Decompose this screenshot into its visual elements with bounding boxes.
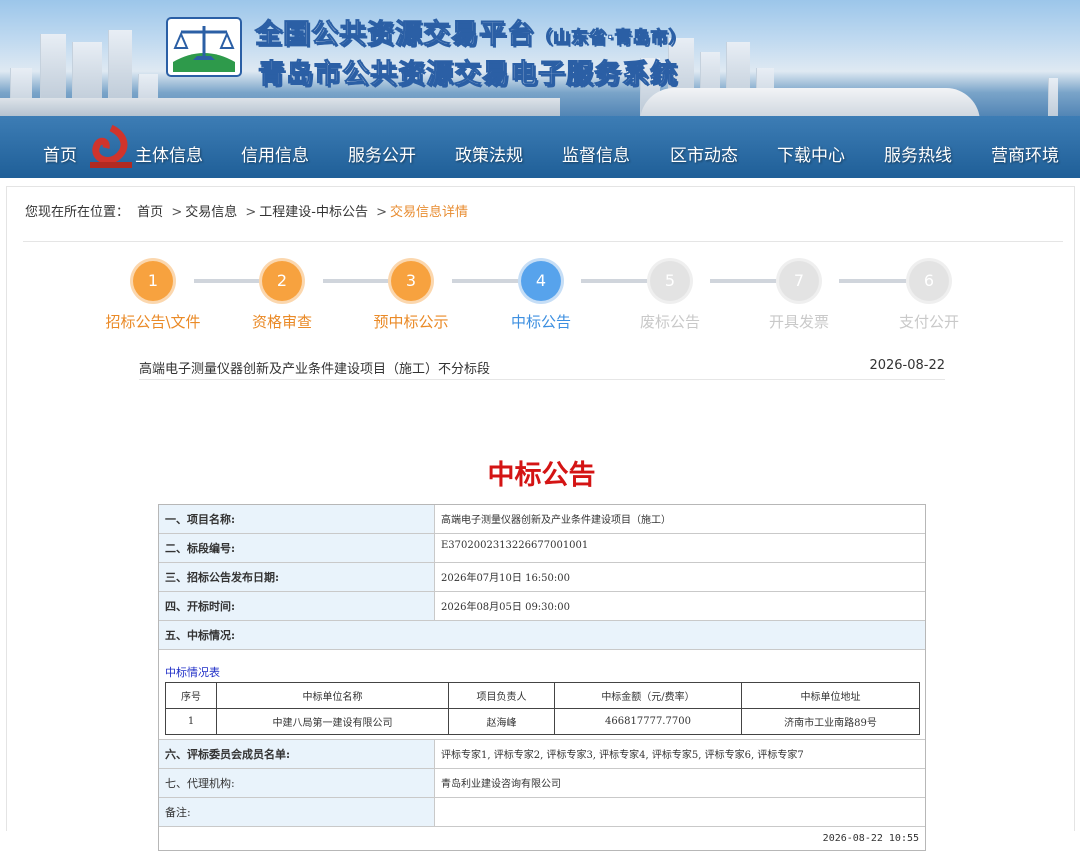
field-value: 高端电子测量仪器创新及产业条件建设项目（施工）: [441, 515, 671, 526]
table-cell: 中建八局第一建设有限公司: [216, 708, 449, 735]
column-header: 中标单位地址: [741, 682, 920, 709]
scales-of-justice-logo-icon: [166, 17, 242, 77]
breadcrumb-link-home[interactable]: 首页: [137, 205, 163, 220]
table-row: 三、招标公告发布日期: 2026年07月10日 16:50:00: [159, 563, 925, 592]
bid-result-table: 序号 中标单位名称 项目负责人 中标金额（元/费率） 中标单位地址 1 中建八局…: [165, 682, 920, 735]
project-header: 高端电子测量仪器创新及产业条件建设项目（施工）不分标段 2026-08-22: [139, 350, 945, 380]
nav-item-credit-info[interactable]: 信用信息: [241, 141, 309, 166]
table-cell: 1: [165, 708, 217, 735]
column-header: 项目负责人: [448, 682, 555, 709]
main-nav: 首页 主体信息 信用信息 服务公开 政策法规 监督信息 区市动态 下载中心 服务…: [0, 130, 1080, 176]
step-number: 2: [262, 261, 302, 301]
publish-timestamp: 2026-08-22 10:55: [822, 833, 919, 844]
table-header-row: 序号 中标单位名称 项目负责人 中标金额（元/费率） 中标单位地址: [165, 682, 920, 709]
bid-table-title: 中标情况表: [165, 666, 220, 679]
field-value: 青岛利业建设咨询有限公司: [441, 779, 561, 790]
page-title: 中标公告: [487, 460, 596, 491]
step-number: 7: [779, 261, 819, 301]
table-cell: 466817777.7700: [554, 708, 742, 735]
table-row: 七、代理机构: 青岛利业建设咨询有限公司: [159, 769, 925, 798]
nav-item-hotline[interactable]: 服务热线: [884, 141, 952, 166]
step-number: 4: [521, 261, 561, 301]
nav-item-entity-info[interactable]: 主体信息: [135, 141, 203, 166]
step-qualification[interactable]: 2 资格审查: [217, 261, 347, 332]
content-panel: 您现在所在位置： 首页 > 交易信息 > 工程建设-中标公告 > 交易信息详情 1 招…: [6, 186, 1075, 851]
field-value: 评标专家1, 评标专家2, 评标专家3, 评标专家4, 评标专家5, 评标专家6…: [441, 750, 804, 761]
table-row: 五、中标情况:: [159, 621, 925, 650]
step-label: 中标公告: [510, 313, 571, 331]
breadcrumb: 您现在所在位置： 首页 > 交易信息 > 工程建设-中标公告 > 交易信息详情: [25, 205, 469, 220]
table-cell: 济南市工业南路89号: [741, 708, 920, 735]
project-date: 2026-08-22: [869, 358, 945, 373]
nav-item-business-env[interactable]: 营商环境: [991, 141, 1059, 166]
header-banner: 全国公共资源交易平台（山东省·青岛市） 青岛市公共资源交易电子服务系统 首页 主…: [0, 0, 1080, 178]
breadcrumb-current: 交易信息详情: [390, 205, 469, 220]
step-bid-notice[interactable]: 1 招标公告\文件: [88, 261, 218, 332]
step-number: 3: [391, 261, 431, 301]
breadcrumb-link-trade-info[interactable]: 交易信息: [185, 205, 237, 220]
divider: [23, 241, 1063, 242]
nav-item-district-news[interactable]: 区市动态: [670, 141, 738, 166]
nav-item-supervision[interactable]: 监督信息: [562, 141, 630, 166]
step-label: 招标公告\文件: [105, 313, 201, 331]
step-label: 预中标公示: [373, 313, 449, 331]
column-header: 中标单位名称: [216, 682, 449, 709]
field-value: 2026年07月10日 16:50:00: [441, 573, 570, 584]
step-award-notice[interactable]: 4 中标公告: [476, 261, 606, 332]
step-label: 支付公开: [898, 313, 959, 331]
column-header: 中标金额（元/费率）: [554, 682, 742, 709]
step-label: 开具发票: [768, 313, 829, 331]
section-label: 五、中标情况:: [159, 621, 925, 649]
field-label: 四、开标时间:: [159, 592, 435, 620]
table-row: 1 中建八局第一建设有限公司 赵海峰 466817777.7700 济南市工业南…: [165, 708, 920, 735]
field-label: 二、标段编号:: [159, 534, 435, 562]
field-value: 2026年08月05日 09:30:00: [441, 602, 570, 613]
field-label: 六、评标委员会成员名单:: [159, 740, 435, 768]
table-row: 六、评标委员会成员名单: 评标专家1, 评标专家2, 评标专家3, 评标专家4,…: [159, 740, 925, 769]
award-info-table: 一、项目名称: 高端电子测量仪器创新及产业条件建设项目（施工） 二、标段编号: …: [158, 504, 926, 851]
platform-title: 全国公共资源交易平台（山东省·青岛市）: [255, 19, 687, 51]
step-label: 资格审查: [251, 313, 312, 331]
field-label: 七、代理机构:: [159, 769, 435, 797]
step-number: 1: [133, 261, 173, 301]
nav-item-home[interactable]: 首页: [43, 141, 77, 166]
table-row: 一、项目名称: 高端电子测量仪器创新及产业条件建设项目（施工）: [159, 505, 925, 534]
step-payment[interactable]: 6 支付公开: [864, 261, 994, 332]
field-label: 一、项目名称:: [159, 505, 435, 533]
step-number: 5: [650, 261, 690, 301]
field-label: 三、招标公告发布日期:: [159, 563, 435, 591]
field-value: [435, 798, 925, 826]
table-row: 备注:: [159, 798, 925, 827]
breadcrumb-link-bid-notice[interactable]: 工程建设-中标公告: [259, 205, 368, 220]
nav-item-service-disclosure[interactable]: 服务公开: [348, 141, 416, 166]
step-number: 6: [909, 261, 949, 301]
field-label: 备注:: [159, 798, 435, 826]
bid-result-area: 中标情况表 序号 中标单位名称 项目负责人 中标金额（元/费率） 中标单位地址 …: [159, 650, 925, 740]
step-invoice[interactable]: 7 开具发票: [734, 261, 864, 332]
system-title: 青岛市公共资源交易电子服务系统: [258, 59, 678, 91]
step-label: 废标公告: [639, 313, 700, 331]
table-row: 二、标段编号: E3702002313226677001001: [159, 534, 925, 563]
step-pre-award[interactable]: 3 预中标公示: [346, 261, 476, 332]
column-header: 序号: [165, 682, 217, 709]
field-value: E3702002313226677001001: [441, 540, 589, 551]
nav-item-downloads[interactable]: 下载中心: [777, 141, 845, 166]
nav-item-policies[interactable]: 政策法规: [455, 141, 523, 166]
breadcrumb-prefix: 您现在所在位置：: [25, 205, 130, 220]
project-name: 高端电子测量仪器创新及产业条件建设项目（施工）不分标段: [139, 362, 491, 377]
step-void-notice[interactable]: 5 废标公告: [605, 261, 735, 332]
table-cell: 赵海峰: [448, 708, 555, 735]
table-row: 四、开标时间: 2026年08月05日 09:30:00: [159, 592, 925, 621]
